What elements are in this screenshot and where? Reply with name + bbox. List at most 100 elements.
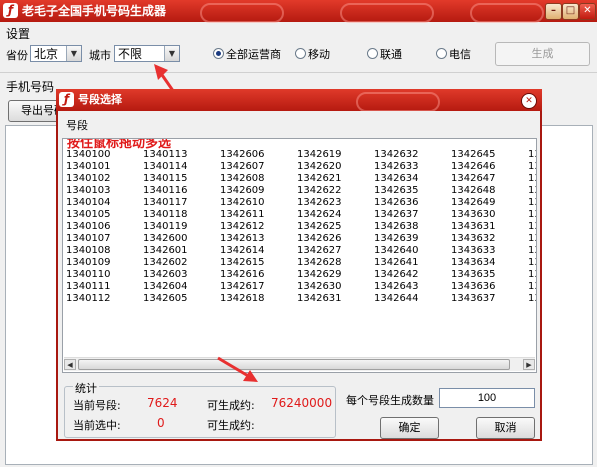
segment-item[interactable]: 1342608 <box>220 173 290 185</box>
segment-item[interactable]: 1342618 <box>220 293 290 305</box>
segment-item[interactable]: 1342614 <box>220 245 290 257</box>
segment-item[interactable]: 1340112 <box>66 293 136 305</box>
segment-item[interactable]: 1342601 <box>143 245 213 257</box>
segment-item[interactable]: 1343630 <box>451 209 521 221</box>
city-select[interactable]: 不限 ▼ <box>114 45 180 62</box>
segment-item[interactable]: 1340100 <box>66 149 136 161</box>
scroll-right-icon[interactable]: ▶ <box>523 359 535 370</box>
segment-item[interactable]: 13 <box>528 173 536 185</box>
segment-item[interactable]: 1342612 <box>220 221 290 233</box>
segment-item[interactable]: 1342637 <box>374 209 444 221</box>
radio-mobile[interactable]: 移动 <box>295 48 330 61</box>
segment-item[interactable]: 1340110 <box>66 269 136 281</box>
segment-item[interactable]: 1340113 <box>143 149 213 161</box>
segment-item[interactable]: 1340108 <box>66 245 136 257</box>
segment-item[interactable]: 1342600 <box>143 233 213 245</box>
segment-item[interactable]: 1342643 <box>374 281 444 293</box>
segment-item[interactable]: 1340117 <box>143 197 213 209</box>
scroll-thumb[interactable] <box>78 359 510 370</box>
segment-item[interactable]: 1342627 <box>297 245 367 257</box>
segment-list[interactable]: 按住鼠标拖动多选 1340100 1340101 1340102 1340103 134… <box>62 138 537 373</box>
segment-item[interactable]: 13 <box>528 161 536 173</box>
close-button[interactable]: ✕ <box>579 3 596 20</box>
segment-item[interactable]: 13 <box>528 209 536 221</box>
segment-item[interactable]: 1342605 <box>143 293 213 305</box>
segment-item[interactable]: 1340102 <box>66 173 136 185</box>
segment-item[interactable]: 1342636 <box>374 197 444 209</box>
segment-item[interactable]: 1343636 <box>451 281 521 293</box>
segment-item[interactable]: 1342641 <box>374 257 444 269</box>
segment-item[interactable]: 1342638 <box>374 221 444 233</box>
segment-item[interactable]: 1343634 <box>451 257 521 269</box>
segment-item[interactable]: 1340106 <box>66 221 136 233</box>
segment-item[interactable]: 1343637 <box>451 293 521 305</box>
segment-item[interactable]: 1342617 <box>220 281 290 293</box>
segment-item[interactable]: 1342632 <box>374 149 444 161</box>
generate-button[interactable]: 生成 <box>495 42 590 66</box>
segment-item[interactable]: 13 <box>528 269 536 281</box>
segment-item[interactable]: 1342649 <box>451 197 521 209</box>
segment-item[interactable]: 1342622 <box>297 185 367 197</box>
segment-item[interactable]: 1340118 <box>143 209 213 221</box>
radio-telecom[interactable]: 电信 <box>436 48 471 61</box>
segment-item[interactable]: 1342604 <box>143 281 213 293</box>
cancel-button[interactable]: 取消 <box>476 417 535 439</box>
segment-item[interactable]: 1342645 <box>451 149 521 161</box>
segment-item[interactable]: 1342625 <box>297 221 367 233</box>
segment-item[interactable]: 13 <box>528 281 536 293</box>
segment-item[interactable]: 1342642 <box>374 269 444 281</box>
segment-item[interactable]: 1343635 <box>451 269 521 281</box>
segment-item[interactable]: 1340115 <box>143 173 213 185</box>
scroll-left-icon[interactable]: ◀ <box>64 359 76 370</box>
per-segment-input[interactable] <box>439 388 535 408</box>
segment-item[interactable]: 1342619 <box>297 149 367 161</box>
segment-item[interactable]: 1342639 <box>374 233 444 245</box>
segment-item[interactable]: 1342631 <box>297 293 367 305</box>
segment-item[interactable]: 1342613 <box>220 233 290 245</box>
segment-item[interactable]: 1342607 <box>220 161 290 173</box>
segment-item[interactable]: 13 <box>528 233 536 245</box>
segment-item[interactable]: 1342624 <box>297 209 367 221</box>
segment-item[interactable]: 1342640 <box>374 245 444 257</box>
segment-item[interactable]: 1340105 <box>66 209 136 221</box>
dialog-close-button[interactable]: ✕ <box>521 93 537 109</box>
segment-item[interactable]: 1342626 <box>297 233 367 245</box>
segment-item[interactable]: 1340101 <box>66 161 136 173</box>
segment-item[interactable]: 13 <box>528 257 536 269</box>
segment-item[interactable]: 1342602 <box>143 257 213 269</box>
segment-item[interactable]: 1342609 <box>220 185 290 197</box>
segment-item[interactable]: 1340104 <box>66 197 136 209</box>
radio-unicom[interactable]: 联通 <box>367 48 402 61</box>
chevron-down-icon[interactable]: ▼ <box>66 46 81 61</box>
segment-item[interactable]: 1340109 <box>66 257 136 269</box>
segment-item[interactable]: 13 <box>528 149 536 161</box>
segment-item[interactable]: 1342633 <box>374 161 444 173</box>
segment-item[interactable]: 1340107 <box>66 233 136 245</box>
segment-item[interactable]: 13 <box>528 245 536 257</box>
radio-all-carriers[interactable]: 全部运营商 <box>213 48 281 61</box>
segment-item[interactable]: 1342603 <box>143 269 213 281</box>
maximize-button[interactable]: □ <box>562 3 579 20</box>
segment-item[interactable]: 13 <box>528 197 536 209</box>
segment-item[interactable]: 1342635 <box>374 185 444 197</box>
segment-item[interactable]: 1342623 <box>297 197 367 209</box>
segment-item[interactable]: 1342611 <box>220 209 290 221</box>
segment-item[interactable]: 1342610 <box>220 197 290 209</box>
horizontal-scrollbar[interactable]: ◀ ▶ <box>64 357 535 371</box>
ok-button[interactable]: 确定 <box>380 417 439 439</box>
minimize-button[interactable]: – <box>545 3 562 20</box>
segment-item[interactable]: 1342606 <box>220 149 290 161</box>
segment-item[interactable]: 1342644 <box>374 293 444 305</box>
segment-item[interactable]: 1340111 <box>66 281 136 293</box>
segment-item[interactable]: 1342647 <box>451 173 521 185</box>
segment-item[interactable]: 13 <box>528 185 536 197</box>
segment-item[interactable]: 1342634 <box>374 173 444 185</box>
segment-item[interactable]: 1343633 <box>451 245 521 257</box>
segment-item[interactable]: 1342648 <box>451 185 521 197</box>
segment-item[interactable]: 1343631 <box>451 221 521 233</box>
segment-item[interactable]: 1340103 <box>66 185 136 197</box>
segment-item[interactable]: 1342628 <box>297 257 367 269</box>
segment-item[interactable]: 1342630 <box>297 281 367 293</box>
segment-item[interactable]: 1342629 <box>297 269 367 281</box>
segment-item[interactable]: 1340116 <box>143 185 213 197</box>
